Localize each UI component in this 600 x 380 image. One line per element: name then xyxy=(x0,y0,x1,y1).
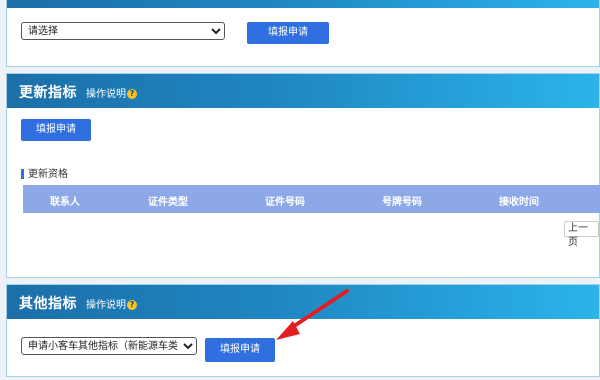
update-qualification-label: 更新资格 xyxy=(21,165,68,180)
other-apply-button[interactable]: 填报申请 xyxy=(205,338,275,362)
update-indicator-panel: 更新指标 操作说明? 填报申请 更新资格 联系人 证件类型 证件号码 号牌号码 … xyxy=(6,73,600,278)
other-indicator-panel: 其他指标 操作说明? 申请小客车其他指标（新能源车类） 填报申请 xyxy=(6,284,600,377)
other-help-label: 操作说明 xyxy=(86,300,126,311)
other-indicator-select[interactable]: 申请小客车其他指标（新能源车类） xyxy=(21,337,197,355)
other-panel-title: 其他指标 xyxy=(19,296,77,312)
col-receive-time: 接收时间 xyxy=(499,197,539,208)
other-help-link[interactable]: 操作说明? xyxy=(86,296,137,311)
col-plate-number: 号牌号码 xyxy=(382,197,422,208)
update-help-link[interactable]: 操作说明? xyxy=(86,85,137,100)
top-panel: 请选择 填报申请 xyxy=(6,0,600,67)
update-apply-button[interactable]: 填报申请 xyxy=(21,119,91,141)
indicator-type-select[interactable]: 请选择 xyxy=(21,22,225,40)
update-panel-header: 更新指标 操作说明? xyxy=(7,74,599,108)
update-table-header: 联系人 证件类型 证件号码 号牌号码 接收时间 xyxy=(23,185,600,213)
top-apply-button[interactable]: 填报申请 xyxy=(247,22,329,44)
prev-page-button[interactable]: 上一页 xyxy=(564,221,599,248)
question-icon: ? xyxy=(127,300,137,310)
col-contact: 联系人 xyxy=(50,197,80,208)
col-id-number: 证件号码 xyxy=(265,197,305,208)
top-panel-header xyxy=(7,0,599,8)
update-qualification-text: 更新资格 xyxy=(28,169,68,180)
col-id-type: 证件类型 xyxy=(148,197,188,208)
other-panel-header: 其他指标 操作说明? xyxy=(7,285,599,319)
update-panel-title: 更新指标 xyxy=(19,85,77,101)
section-marker xyxy=(21,169,24,179)
update-help-label: 操作说明 xyxy=(86,89,126,100)
question-icon: ? xyxy=(127,89,137,99)
